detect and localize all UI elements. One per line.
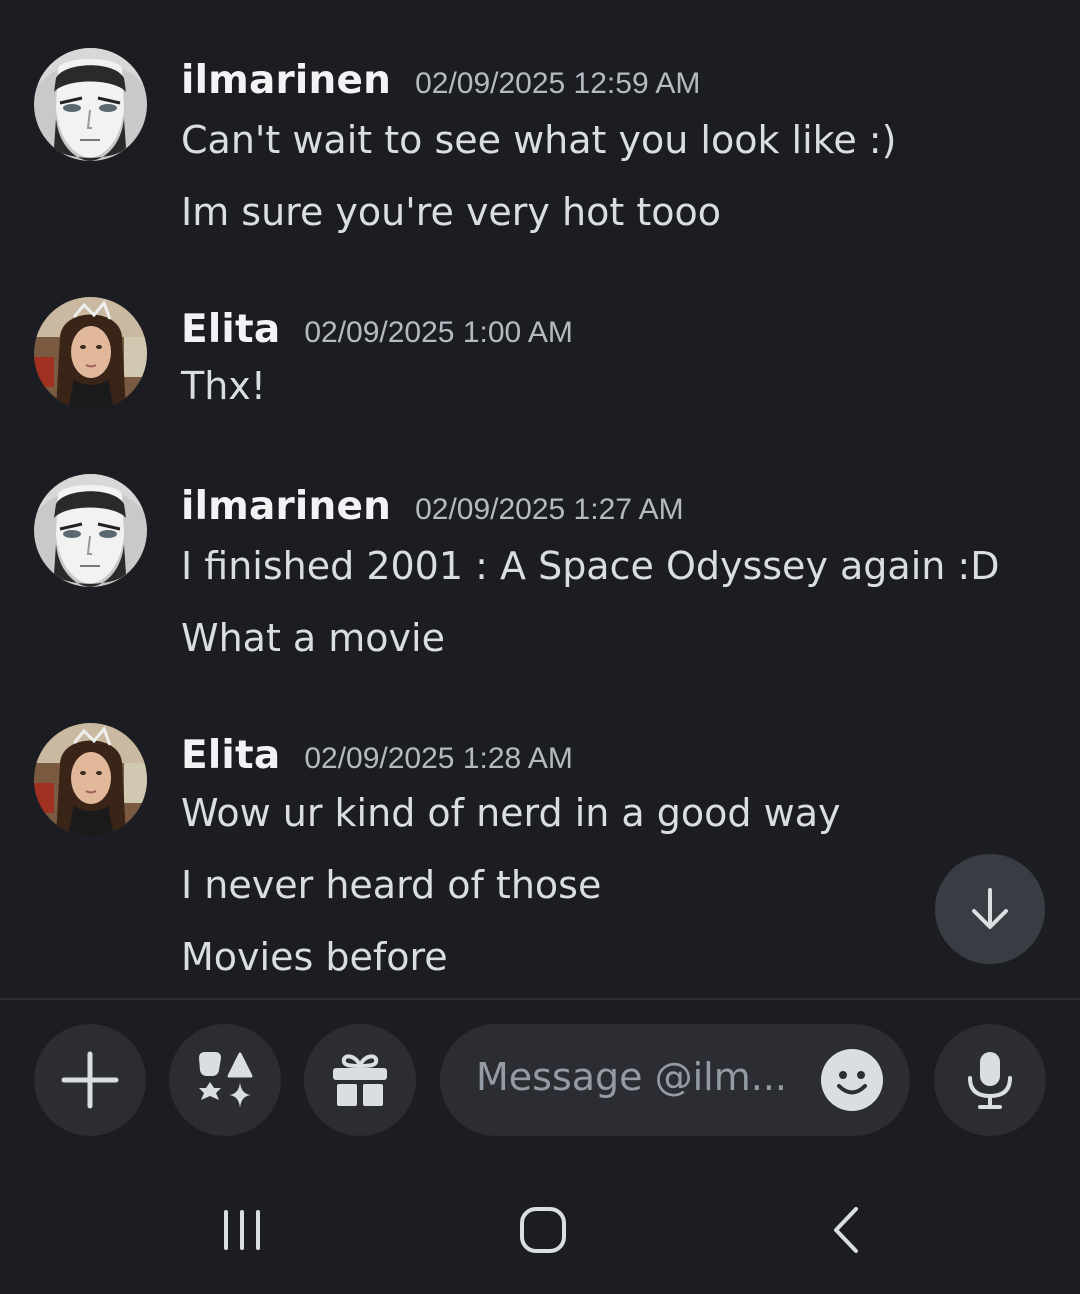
avatar-elita[interactable] xyxy=(34,297,147,410)
message-text[interactable]: Can't wait to see what you look like :) xyxy=(181,118,896,162)
username[interactable]: ilmarinen xyxy=(181,484,391,529)
voice-message-button[interactable] xyxy=(934,1024,1046,1136)
system-navigation-bar xyxy=(0,1160,1080,1294)
arrow-down-icon xyxy=(972,888,1008,929)
gift-icon xyxy=(333,1054,387,1106)
apps-button[interactable] xyxy=(169,1024,281,1136)
apps-icon xyxy=(199,1052,253,1108)
emoji-button[interactable] xyxy=(821,1049,883,1111)
message-text[interactable]: Movies before xyxy=(181,935,448,979)
avatar-elita[interactable] xyxy=(34,723,147,836)
message-list[interactable]: ilmarinen 02/09/2025 12:59 AM Can't wait… xyxy=(0,0,1080,998)
username[interactable]: Elita xyxy=(181,307,280,352)
timestamp: 02/09/2025 12:59 AM xyxy=(415,67,701,100)
message-placeholder: Message @ilm... xyxy=(476,1055,787,1099)
back-button[interactable] xyxy=(816,1200,876,1260)
message-text[interactable]: Wow ur kind of nerd in a good way xyxy=(181,791,840,835)
avatar-ilmarinen[interactable] xyxy=(34,48,147,161)
message-composer: Message @ilm... xyxy=(0,1000,1080,1160)
gift-button[interactable] xyxy=(304,1024,416,1136)
message-text[interactable]: What a movie xyxy=(181,616,445,660)
emoji-icon xyxy=(821,1049,883,1111)
microphone-icon xyxy=(968,1052,1012,1109)
timestamp: 02/09/2025 1:28 AM xyxy=(304,742,573,775)
message-text[interactable]: Thx! xyxy=(181,364,266,408)
avatar-ilmarinen[interactable] xyxy=(34,474,147,587)
recent-apps-button[interactable] xyxy=(212,1200,272,1260)
message-text[interactable]: I never heard of those xyxy=(181,863,601,907)
timestamp: 02/09/2025 1:27 AM xyxy=(415,493,684,526)
message-text[interactable]: I finished 2001 : A Space Odyssey again … xyxy=(181,544,999,588)
back-icon xyxy=(834,1207,858,1253)
message-text[interactable]: Im sure you're very hot tooo xyxy=(181,190,721,234)
timestamp: 02/09/2025 1:00 AM xyxy=(304,316,573,349)
home-icon xyxy=(520,1207,566,1253)
username[interactable]: Elita xyxy=(181,733,280,778)
message-input[interactable]: Message @ilm... xyxy=(440,1024,910,1136)
attach-button[interactable] xyxy=(34,1024,146,1136)
username[interactable]: ilmarinen xyxy=(181,58,391,103)
scroll-to-bottom-button[interactable] xyxy=(935,854,1045,964)
home-button[interactable] xyxy=(513,1200,573,1260)
plus-icon xyxy=(61,1051,119,1109)
recent-apps-icon xyxy=(224,1210,260,1250)
